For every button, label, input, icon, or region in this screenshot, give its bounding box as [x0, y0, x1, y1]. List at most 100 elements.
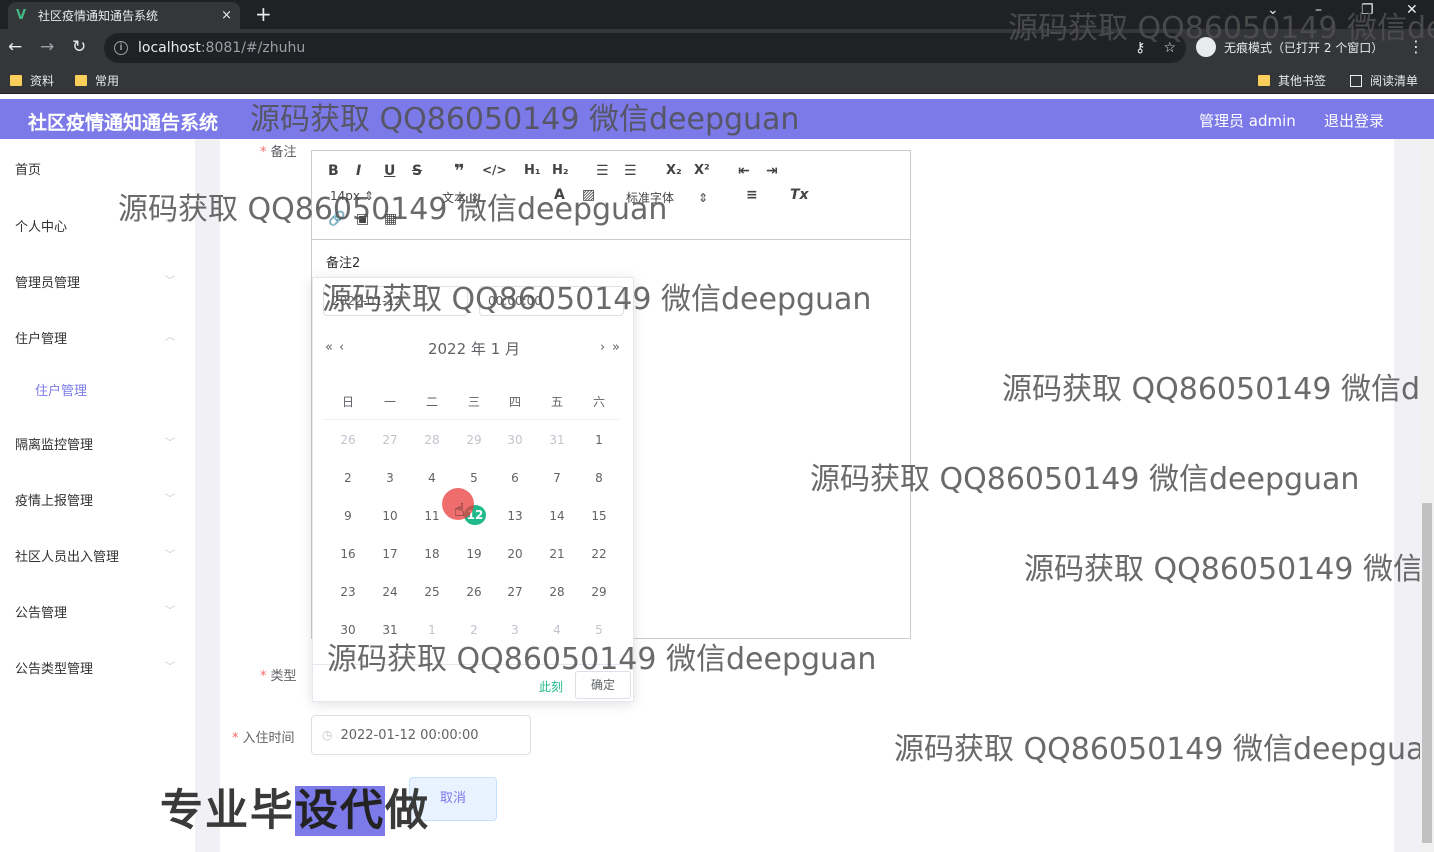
calendar-day[interactable]: 29 — [585, 585, 613, 599]
calendar-day[interactable]: 15 — [585, 509, 613, 523]
calendar-day[interactable]: 19 — [460, 547, 488, 561]
calendar-day[interactable]: 11 — [418, 509, 446, 523]
calendar-day[interactable]: 25 — [418, 585, 446, 599]
bookmark-folder-changyong[interactable]: 常用 — [75, 72, 119, 89]
calendar-day[interactable]: 9 — [334, 509, 362, 523]
chevron-down-icon: ﹀ — [165, 550, 175, 561]
promo-part: 做 — [385, 786, 430, 836]
url-host: localhost — [138, 40, 201, 56]
subscript-icon[interactable]: X₂ — [666, 163, 682, 178]
bookmark-folder-ziliao[interactable]: 资料 — [10, 72, 54, 89]
logout-link[interactable]: 退出登录 — [1324, 110, 1384, 131]
picker-header: 2022 年 1 月 — [313, 338, 635, 359]
calendar-day[interactable]: 4 — [418, 471, 446, 485]
bold-icon[interactable]: B — [328, 163, 339, 179]
calendar-day[interactable]: 28 — [543, 585, 571, 599]
heading1-icon[interactable]: H₁ — [524, 163, 541, 178]
browser-tab[interactable]: V 社区疫情通知通告系统 × — [8, 2, 240, 29]
heading2-icon[interactable]: H₂ — [552, 163, 569, 178]
watermark: 源码获取 QQ86050149 微信deepguan — [250, 102, 800, 137]
bookmark-label: 常用 — [95, 74, 120, 88]
calendar-day[interactable]: 17 — [376, 547, 404, 561]
url-text[interactable]: localhost:8081/#/zhuhu — [138, 40, 1117, 56]
checkin-time-value: 2022-01-12 00:00:00 — [340, 727, 479, 743]
sidebar-item-epidemic-report[interactable]: 疫情上报管理 ﹀ — [15, 490, 175, 509]
calendar-day[interactable]: 13 — [501, 509, 529, 523]
blockquote-icon[interactable]: ❞ — [454, 161, 465, 182]
outdent-icon[interactable]: ⇤ — [738, 163, 750, 179]
close-tab-icon[interactable]: × — [221, 8, 232, 23]
calendar-day[interactable]: 7 — [543, 471, 571, 485]
underline-icon[interactable]: U — [384, 163, 395, 179]
calendar-day[interactable]: 6 — [501, 471, 529, 485]
weekday-header: 五 — [550, 395, 563, 409]
calendar-day[interactable]: 1 — [585, 433, 613, 447]
calendar-day[interactable]: 27 — [501, 585, 529, 599]
next-month-icon[interactable]: › — [600, 340, 605, 355]
weekday-header: 六 — [592, 395, 605, 409]
other-bookmarks[interactable]: 其他书签 — [1258, 72, 1326, 89]
tab-title: 社区疫情通知通告系统 — [38, 9, 159, 23]
calendar-day[interactable]: 23 — [334, 585, 362, 599]
sidebar-item-label: 疫情上报管理 — [15, 494, 94, 509]
chevron-up-icon: ︿ — [165, 332, 175, 343]
sidebar-item-admin-management[interactable]: 管理员管理 ﹀ — [15, 272, 175, 291]
now-button[interactable]: 此刻 — [539, 678, 563, 695]
sidebar-item-home[interactable]: 首页 — [15, 159, 175, 178]
sidebar-item-announcement-types[interactable]: 公告类型管理 ﹀ — [15, 658, 175, 677]
checkin-time-input[interactable]: ◷ 2022-01-12 00:00:00 — [311, 715, 531, 755]
bullet-list-icon[interactable]: ☰ — [624, 163, 637, 179]
code-block-icon[interactable]: </> — [482, 163, 507, 177]
strikethrough-icon[interactable]: S — [412, 163, 422, 179]
calendar-day[interactable]: 16 — [334, 547, 362, 561]
folder-icon — [10, 75, 22, 86]
align-icon[interactable]: ≡ — [746, 187, 758, 203]
bookmark-label: 其他书签 — [1278, 74, 1327, 88]
sidebar-item-announcements[interactable]: 公告管理 ﹀ — [15, 602, 175, 621]
watermark: 源码获取 QQ86050149 微信deepguan — [810, 462, 1360, 497]
sidebar-item-isolation-monitoring[interactable]: 隔离监控管理 ﹀ — [15, 434, 175, 453]
calendar-day[interactable]: 18 — [418, 547, 446, 561]
superscript-icon[interactable]: X² — [694, 163, 710, 178]
forward-icon[interactable]: → — [40, 37, 54, 57]
calendar-day[interactable]: 24 — [376, 585, 404, 599]
hand-cursor-icon: ☝ — [454, 500, 465, 521]
calendar-day[interactable]: 2 — [334, 471, 362, 485]
next-year-icon[interactable]: » — [612, 340, 620, 355]
calendar-day[interactable]: 3 — [376, 471, 404, 485]
picker-year[interactable]: 2022 年 — [428, 340, 486, 358]
italic-icon[interactable]: I — [356, 163, 361, 179]
scrollbar-thumb[interactable] — [1422, 503, 1432, 843]
calendar-day[interactable]: 8 — [585, 471, 613, 485]
calendar-day[interactable]: 22 — [585, 547, 613, 561]
promo-overlay-text: 专业毕设代做 — [160, 776, 430, 838]
calendar-day[interactable]: 30 — [501, 433, 529, 447]
sidebar-item-entry-exit[interactable]: 社区人员出入管理 ﹀ — [15, 546, 175, 565]
picker-month[interactable]: 1 月 — [491, 340, 520, 358]
calendar-day[interactable]: 5 — [460, 471, 488, 485]
calendar-day[interactable]: 14 — [543, 509, 571, 523]
calendar-day[interactable]: 31 — [543, 433, 571, 447]
site-info-icon[interactable]: i — [114, 41, 128, 55]
clear-format-icon[interactable]: Tx — [790, 187, 809, 203]
calendar-day[interactable]: 29 — [460, 433, 488, 447]
sidebar-item-label: 个人中心 — [15, 220, 68, 235]
reading-list[interactable]: 阅读清单 — [1350, 72, 1418, 89]
calendar-day[interactable]: 26 — [334, 433, 362, 447]
calendar-day[interactable]: 26 — [460, 585, 488, 599]
calendar-day[interactable]: 27 — [376, 433, 404, 447]
calendar-day[interactable]: 10 — [376, 509, 404, 523]
calendar-day[interactable]: 28 — [418, 433, 446, 447]
reload-icon[interactable]: ↻ — [72, 37, 86, 57]
watermark: 源码获取 QQ86050149 微信deepguan — [1024, 552, 1434, 587]
new-tab-icon[interactable]: + — [255, 2, 272, 26]
back-icon[interactable]: ← — [8, 37, 22, 57]
page-scrollbar[interactable] — [1420, 139, 1434, 852]
ordered-list-icon[interactable]: ☰ — [596, 163, 609, 179]
indent-icon[interactable]: ⇥ — [766, 163, 778, 179]
calendar-day[interactable]: 20 — [501, 547, 529, 561]
weekday-header: 四 — [508, 395, 521, 409]
sidebar-item-resident-management[interactable]: 住户管理 ︿ — [15, 328, 175, 347]
calendar-day[interactable]: 21 — [543, 547, 571, 561]
submenu-item-resident-management[interactable]: 住户管理 — [35, 380, 87, 399]
